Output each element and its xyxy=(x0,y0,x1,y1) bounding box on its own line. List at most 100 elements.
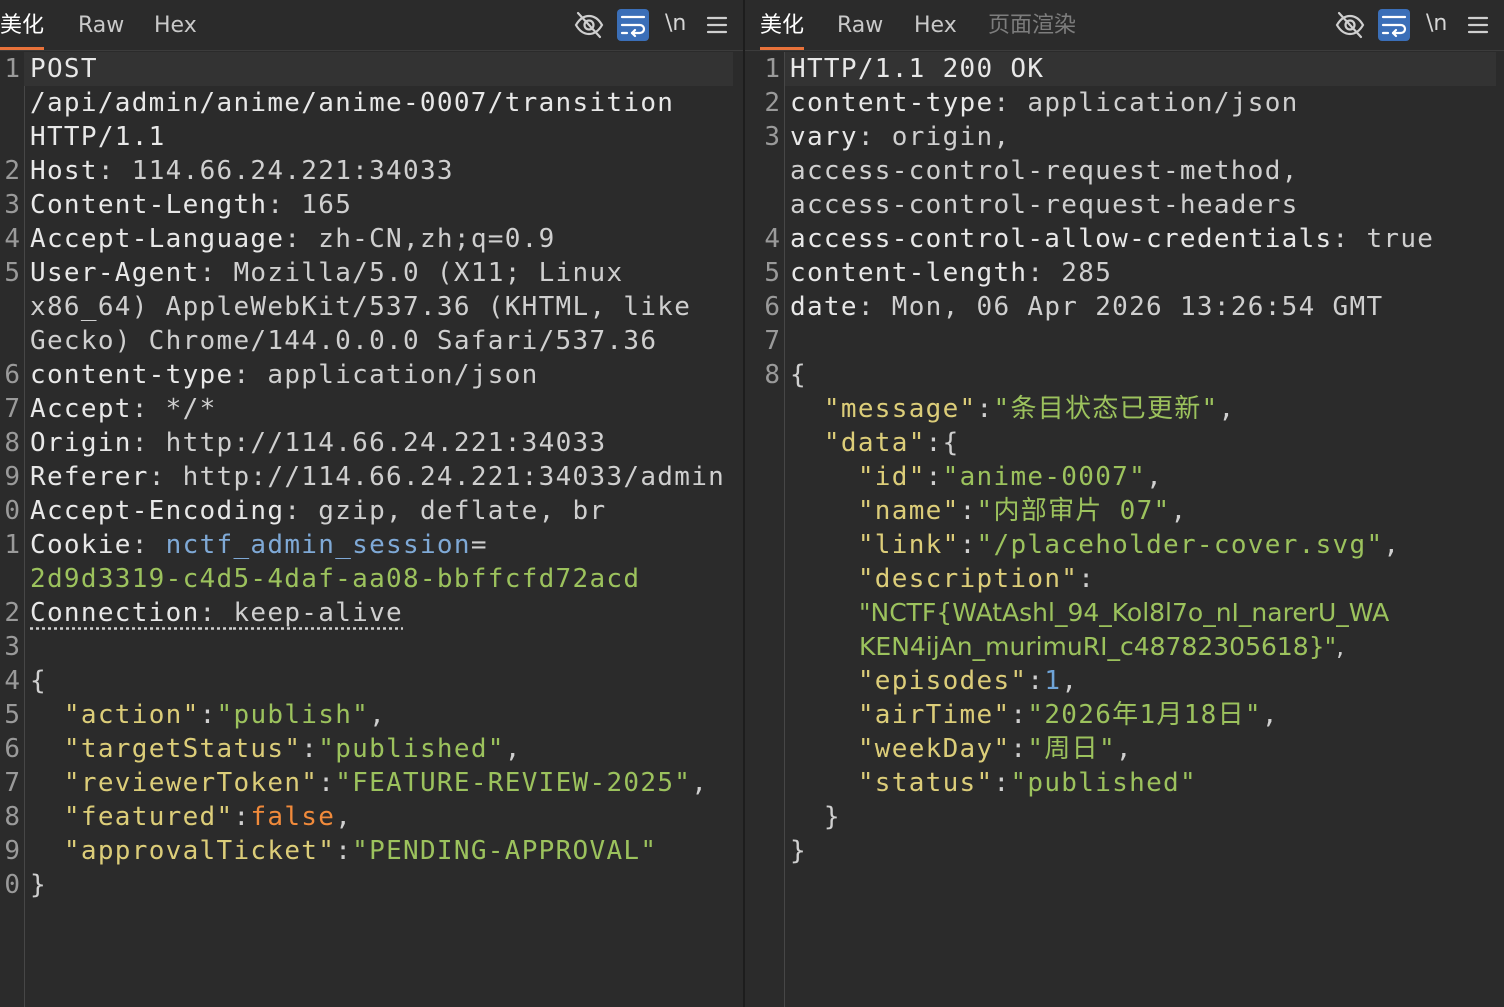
menu-icon[interactable] xyxy=(1462,9,1494,41)
tab-response-raw[interactable]: Raw xyxy=(837,0,883,48)
request-line: "featured":false, xyxy=(63,802,353,832)
eye-off-icon[interactable] xyxy=(573,9,605,41)
request-line: "targetStatus":"published", xyxy=(63,734,522,764)
response-line: "airTime":"2026年1月18日", xyxy=(857,700,1279,730)
request-line-number: 4 xyxy=(4,224,20,254)
tab-request-hex[interactable]: Hex xyxy=(154,0,197,48)
request-line-number: 9 xyxy=(4,462,20,492)
request-line-number: 0 xyxy=(4,870,20,900)
request-line: /api/admin/anime/anime-0007/transition xyxy=(30,88,675,118)
response-line: content-length: 285 xyxy=(790,258,1113,288)
response-line: date: Mon, 06 Apr 2026 13:26:54 GMT xyxy=(790,292,1384,322)
request-line: Accept-Language: zh-CN,zh;q=0.9 xyxy=(30,224,556,254)
request-line-number: 7 xyxy=(4,394,20,424)
request-editor[interactable]: 1 2 3 4 5 6 7 8 9 0 1 2 3 4 5 6 7 8 9 0 … xyxy=(0,52,743,1007)
request-line-number: 7 xyxy=(4,768,20,798)
response-line: "link":"/placeholder-cover.svg", xyxy=(857,530,1401,560)
response-line: vary: origin, xyxy=(790,122,1011,152)
request-line-number: 5 xyxy=(4,700,20,730)
response-line: { xyxy=(790,360,807,390)
response-line: "message":"条目状态已更新", xyxy=(823,394,1236,424)
response-line: "status":"published" xyxy=(857,768,1197,798)
response-gutter-divider xyxy=(784,52,785,1007)
response-line: } xyxy=(790,802,841,832)
tab-request-pretty[interactable]: 美化 xyxy=(0,0,45,50)
request-pane: 美化 Raw Hex \n 1 2 3 4 5 6 7 8 9 0 1 2 3 … xyxy=(0,0,743,1007)
request-line-number: 2 xyxy=(4,156,20,186)
request-line: { xyxy=(30,666,47,696)
request-line-number: 9 xyxy=(4,836,20,866)
request-line: Gecko) Chrome/144.0.0.0 Safari/537.36 xyxy=(30,326,658,356)
request-line-number: 2 xyxy=(4,598,20,628)
response-line: "data":{ xyxy=(823,428,960,458)
response-line-number: 2 xyxy=(764,88,780,118)
request-line-number: 8 xyxy=(4,802,20,832)
response-line: access-control-allow-credentials: true xyxy=(790,224,1435,254)
request-line-number: 6 xyxy=(4,734,20,764)
response-line-number: 5 xyxy=(764,258,780,288)
request-line: } xyxy=(30,870,47,900)
response-tools: \n xyxy=(1334,0,1504,50)
response-line: content-type: application/json xyxy=(790,88,1299,118)
response-line: "NCTF{WAtAshl_94_Kol8l7o_nI_narerU_WA xyxy=(790,596,1389,630)
response-line-number: 8 xyxy=(764,360,780,390)
request-line: POST xyxy=(30,54,98,84)
request-line: Connection: keep-alive xyxy=(30,598,404,628)
response-line: "episodes":1, xyxy=(857,666,1079,696)
request-line: x86_64) AppleWebKit/537.36 (KHTML, like xyxy=(30,292,692,322)
response-line: "id":"anime-0007", xyxy=(857,462,1164,492)
tab-request-raw[interactable]: Raw xyxy=(78,0,124,48)
request-line-number: 1 xyxy=(4,54,20,84)
response-line-number: 4 xyxy=(764,224,780,254)
request-line: "action":"publish", xyxy=(63,700,387,730)
request-gutter-divider xyxy=(24,52,25,1007)
response-line: access-control-request-headers xyxy=(790,190,1299,220)
request-line-number: 3 xyxy=(4,190,20,220)
request-line-number: 1 xyxy=(4,530,20,560)
newline-toggle[interactable]: \n xyxy=(1426,8,1447,40)
flag-value[interactable]: "NCTF{WAtAshl_94_Kol8l7o_nI_narerU_WA xyxy=(859,598,1389,627)
response-line: "name":"内部审片 07", xyxy=(857,496,1188,526)
response-line-number: 3 xyxy=(764,122,780,152)
tab-response-hex[interactable]: Hex xyxy=(914,0,957,48)
request-line: Origin: http://114.66.24.221:34033 xyxy=(30,428,607,458)
response-line: KEN4ijAn_murimuRI_c48782305618}", xyxy=(859,632,1345,661)
request-line-number: 4 xyxy=(4,666,20,696)
request-line: Host: 114.66.24.221:34033 xyxy=(30,156,454,186)
request-line-number: 8 xyxy=(4,428,20,458)
eye-off-icon[interactable] xyxy=(1334,9,1366,41)
menu-icon[interactable] xyxy=(701,9,733,41)
response-line: HTTP/1.1 200 OK xyxy=(790,54,1045,84)
wrap-icon[interactable] xyxy=(1378,9,1410,41)
request-line: Content-Length: 165 xyxy=(30,190,353,220)
wrap-icon[interactable] xyxy=(617,9,649,41)
request-line: content-type: application/json xyxy=(30,360,539,390)
cookie-name[interactable]: nctf_admin_session xyxy=(166,530,471,560)
cookie-value[interactable]: 2d9d3319-c4d5-4daf-aa08-bbffcfd72acd xyxy=(30,564,640,594)
response-line: "weekDay":"周日", xyxy=(857,734,1133,764)
response-editor[interactable]: 1 2 3 4 5 6 7 8 HTTP/1.1 200 OK content-… xyxy=(745,52,1504,1007)
tab-response-render[interactable]: 页面渲染 xyxy=(988,0,1076,48)
response-line: } xyxy=(790,836,807,866)
request-line: Referer: http://114.66.24.221:34033/admi… xyxy=(30,462,726,492)
request-tools: \n xyxy=(573,0,743,50)
request-line: Accept: */* xyxy=(30,394,217,424)
request-line: "reviewerToken":"FEATURE-REVIEW-2025", xyxy=(63,768,709,798)
newline-toggle[interactable]: \n xyxy=(665,8,686,40)
response-line: "description": xyxy=(857,564,1096,594)
response-pane: 美化 Raw Hex 页面渲染 \n 1 2 3 4 5 6 7 8 HTTP/… xyxy=(745,0,1504,1007)
response-line: access-control-request-method, xyxy=(790,156,1299,186)
request-line: Cookie: nctf_admin_session= xyxy=(30,530,488,560)
request-toolbar: 美化 Raw Hex \n xyxy=(0,0,743,51)
response-line-number: 6 xyxy=(764,292,780,322)
request-line: 2d9d3319-c4d5-4daf-aa08-bbffcfd72acd xyxy=(30,562,640,596)
request-line-number: 0 xyxy=(4,496,20,526)
request-line-number: 6 xyxy=(4,360,20,390)
request-current-line xyxy=(24,52,733,86)
request-line: "approvalTicket":"PENDING-APPROVAL" xyxy=(63,836,658,866)
request-line-number: 5 xyxy=(4,258,20,288)
response-line-number: 1 xyxy=(764,54,780,84)
tab-response-pretty[interactable]: 美化 xyxy=(760,0,805,50)
request-line: Accept-Encoding: gzip, deflate, br xyxy=(30,496,607,526)
response-line-number: 7 xyxy=(764,326,780,356)
